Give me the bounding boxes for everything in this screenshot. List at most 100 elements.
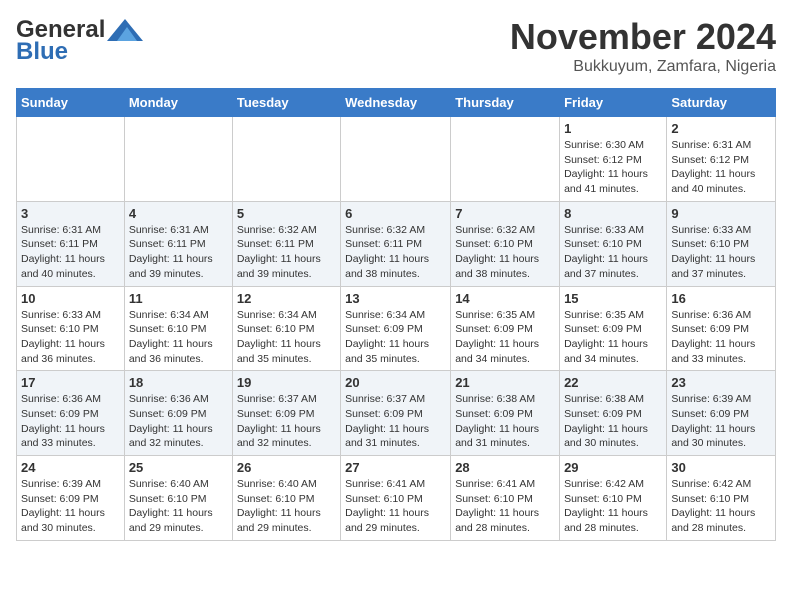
week-row-4: 17 Sunrise: 6:36 AMSunset: 6:09 PMDayligh… [17,371,776,456]
calendar-cell: 19 Sunrise: 6:37 AMSunset: 6:09 PMDayligh… [232,371,340,456]
week-row-2: 3 Sunrise: 6:31 AMSunset: 6:11 PMDaylight… [17,201,776,286]
day-number: 7 [455,206,555,221]
day-info: Sunrise: 6:40 AMSunset: 6:10 PMDaylight:… [237,477,336,536]
day-number: 15 [564,291,662,306]
day-info: Sunrise: 6:39 AMSunset: 6:09 PMDaylight:… [671,392,771,451]
calendar-cell: 25 Sunrise: 6:40 AMSunset: 6:10 PMDayligh… [124,456,232,541]
calendar-cell: 14Sunrise: 6:35 AMSunset: 6:09 PMDayligh… [451,286,560,371]
day-info: Sunrise: 6:36 AMSunset: 6:09 PMDaylight:… [671,308,771,367]
day-number: 16 [671,291,771,306]
day-info: Sunrise: 6:33 AMSunset: 6:10 PMDaylight:… [21,308,120,367]
calendar-cell: 6 Sunrise: 6:32 AMSunset: 6:11 PMDaylight… [341,201,451,286]
day-number: 29 [564,460,662,475]
week-row-3: 10 Sunrise: 6:33 AMSunset: 6:10 PMDayligh… [17,286,776,371]
calendar-cell: 7 Sunrise: 6:32 AMSunset: 6:10 PMDaylight… [451,201,560,286]
day-number: 25 [129,460,228,475]
day-number: 26 [237,460,336,475]
page-header: General Blue November 2024 Bukkuyum, Zam… [16,16,776,76]
weekday-header-saturday: Saturday [667,89,776,117]
day-number: 24 [21,460,120,475]
calendar-cell: 30 Sunrise: 6:42 AMSunset: 6:10 PMDayligh… [667,456,776,541]
day-info: Sunrise: 6:36 AMSunset: 6:09 PMDaylight:… [21,392,120,451]
calendar-cell: 24 Sunrise: 6:39 AMSunset: 6:09 PMDayligh… [17,456,125,541]
calendar-cell: 18 Sunrise: 6:36 AMSunset: 6:09 PMDayligh… [124,371,232,456]
weekday-header-thursday: Thursday [451,89,560,117]
day-number: 19 [237,375,336,390]
day-number: 17 [21,375,120,390]
calendar-cell [451,117,560,202]
day-number: 27 [345,460,446,475]
week-row-5: 24 Sunrise: 6:39 AMSunset: 6:09 PMDayligh… [17,456,776,541]
day-number: 2 [671,121,771,136]
calendar-cell: 9 Sunrise: 6:33 AMSunset: 6:10 PMDaylight… [667,201,776,286]
day-info: Sunrise: 6:34 AMSunset: 6:10 PMDaylight:… [237,308,336,367]
day-info: Sunrise: 6:39 AMSunset: 6:09 PMDaylight:… [21,477,120,536]
day-number: 6 [345,206,446,221]
day-info: Sunrise: 6:30 AMSunset: 6:12 PMDaylight:… [564,138,662,197]
day-info: Sunrise: 6:42 AMSunset: 6:10 PMDaylight:… [564,477,662,536]
day-info: Sunrise: 6:37 AMSunset: 6:09 PMDaylight:… [345,392,446,451]
day-number: 23 [671,375,771,390]
day-info: Sunrise: 6:37 AMSunset: 6:09 PMDaylight:… [237,392,336,451]
weekday-header-monday: Monday [124,89,232,117]
day-info: Sunrise: 6:42 AMSunset: 6:10 PMDaylight:… [671,477,771,536]
day-info: Sunrise: 6:31 AMSunset: 6:12 PMDaylight:… [671,138,771,197]
day-number: 9 [671,206,771,221]
day-number: 18 [129,375,228,390]
logo-icon [107,19,143,41]
calendar-cell: 28 Sunrise: 6:41 AMSunset: 6:10 PMDayligh… [451,456,560,541]
day-number: 30 [671,460,771,475]
calendar-cell: 27 Sunrise: 6:41 AMSunset: 6:10 PMDayligh… [341,456,451,541]
calendar-cell [17,117,125,202]
day-info: Sunrise: 6:38 AMSunset: 6:09 PMDaylight:… [564,392,662,451]
calendar-header-row: SundayMondayTuesdayWednesdayThursdayFrid… [17,89,776,117]
day-number: 3 [21,206,120,221]
calendar-cell: 1 Sunrise: 6:30 AMSunset: 6:12 PMDaylight… [560,117,667,202]
calendar-cell [124,117,232,202]
day-number: 14 [455,291,555,306]
calendar-cell: 26 Sunrise: 6:40 AMSunset: 6:10 PMDayligh… [232,456,340,541]
calendar-cell: 3 Sunrise: 6:31 AMSunset: 6:11 PMDaylight… [17,201,125,286]
calendar-cell: 16 Sunrise: 6:36 AMSunset: 6:09 PMDayligh… [667,286,776,371]
day-info: Sunrise: 6:36 AMSunset: 6:09 PMDaylight:… [129,392,228,451]
day-info: Sunrise: 6:35 AMSunset: 6:09 PMDaylight:… [564,308,662,367]
day-number: 5 [237,206,336,221]
weekday-header-tuesday: Tuesday [232,89,340,117]
calendar-cell: 2 Sunrise: 6:31 AMSunset: 6:12 PMDaylight… [667,117,776,202]
day-info: Sunrise: 6:31 AMSunset: 6:11 PMDaylight:… [21,223,120,282]
calendar-cell [232,117,340,202]
weekday-header-wednesday: Wednesday [341,89,451,117]
day-info: Sunrise: 6:32 AMSunset: 6:10 PMDaylight:… [455,223,555,282]
day-number: 10 [21,291,120,306]
day-info: Sunrise: 6:41 AMSunset: 6:10 PMDaylight:… [345,477,446,536]
title-block: November 2024 Bukkuyum, Zamfara, Nigeria [510,16,776,76]
calendar-cell: 17 Sunrise: 6:36 AMSunset: 6:09 PMDayligh… [17,371,125,456]
day-info: Sunrise: 6:31 AMSunset: 6:11 PMDaylight:… [129,223,228,282]
week-row-1: 1 Sunrise: 6:30 AMSunset: 6:12 PMDaylight… [17,117,776,202]
day-number: 8 [564,206,662,221]
day-number: 22 [564,375,662,390]
day-info: Sunrise: 6:33 AMSunset: 6:10 PMDaylight:… [671,223,771,282]
location: Bukkuyum, Zamfara, Nigeria [510,58,776,76]
calendar-cell: 22 Sunrise: 6:38 AMSunset: 6:09 PMDayligh… [560,371,667,456]
day-info: Sunrise: 6:41 AMSunset: 6:10 PMDaylight:… [455,477,555,536]
day-number: 12 [237,291,336,306]
calendar-cell [341,117,451,202]
calendar-cell: 5Sunrise: 6:32 AMSunset: 6:11 PMDaylight… [232,201,340,286]
month-title: November 2024 [510,16,776,58]
logo: General Blue [16,16,145,66]
day-info: Sunrise: 6:32 AMSunset: 6:11 PMDaylight:… [345,223,446,282]
calendar-cell: 12 Sunrise: 6:34 AMSunset: 6:10 PMDayligh… [232,286,340,371]
day-number: 13 [345,291,446,306]
calendar-cell: 15 Sunrise: 6:35 AMSunset: 6:09 PMDayligh… [560,286,667,371]
calendar-cell: 21Sunrise: 6:38 AMSunset: 6:09 PMDayligh… [451,371,560,456]
calendar-cell: 23 Sunrise: 6:39 AMSunset: 6:09 PMDayligh… [667,371,776,456]
day-number: 28 [455,460,555,475]
calendar-cell: 13Sunrise: 6:34 AMSunset: 6:09 PMDayligh… [341,286,451,371]
day-info: Sunrise: 6:40 AMSunset: 6:10 PMDaylight:… [129,477,228,536]
day-number: 20 [345,375,446,390]
day-number: 21 [455,375,555,390]
day-number: 1 [564,121,662,136]
calendar-cell: 11Sunrise: 6:34 AMSunset: 6:10 PMDayligh… [124,286,232,371]
day-info: Sunrise: 6:33 AMSunset: 6:10 PMDaylight:… [564,223,662,282]
